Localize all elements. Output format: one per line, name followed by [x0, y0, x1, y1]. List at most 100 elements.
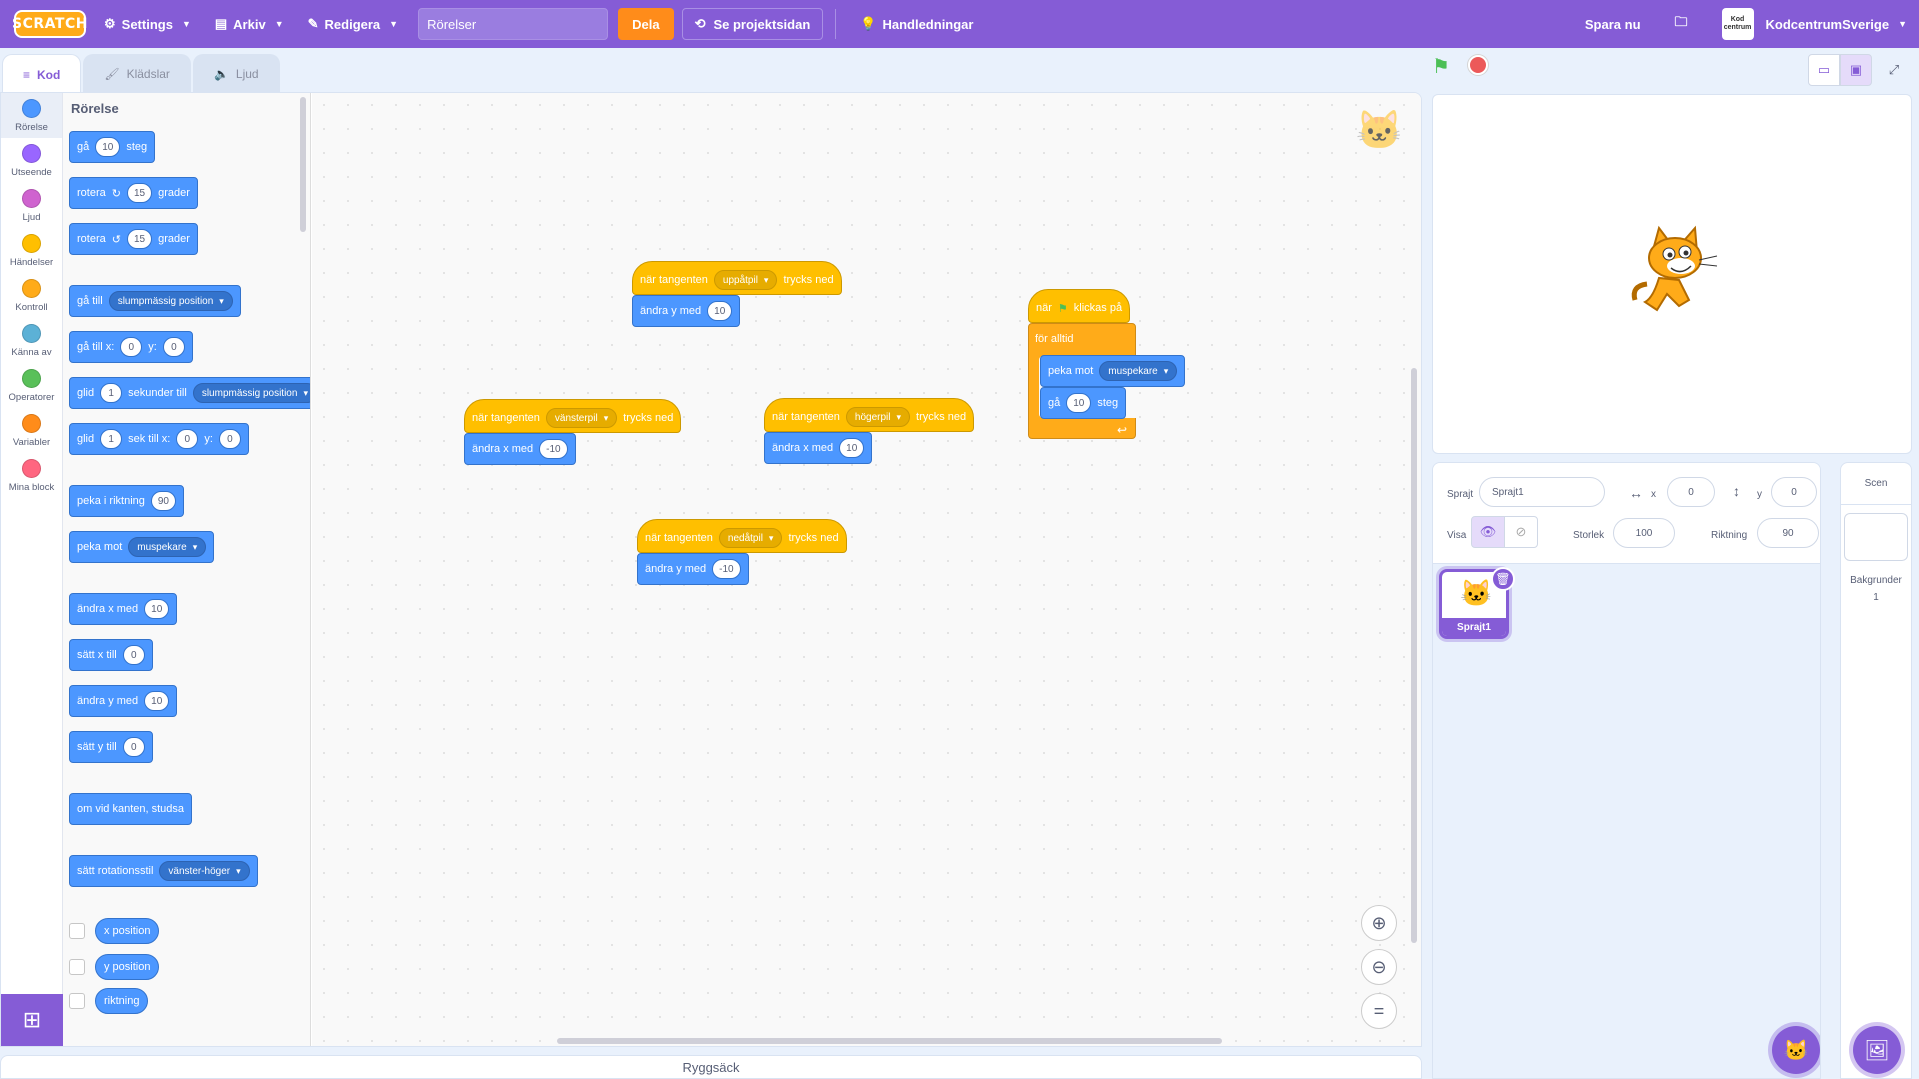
- block-glide[interactable]: glid 1 sekunder till slumpmässig position: [69, 377, 310, 409]
- block-turn-right[interactable]: rotera ↻ 15 grader: [69, 177, 198, 209]
- y-field[interactable]: 0: [1771, 477, 1817, 507]
- block-input[interactable]: 90: [150, 491, 176, 511]
- small-stage-button[interactable]: ▭: [1808, 54, 1840, 86]
- block-glide-xy[interactable]: glid 1 sek till x: 0 y: 0: [69, 423, 249, 455]
- block-set-y[interactable]: sätt y till 0: [69, 731, 153, 763]
- block-input[interactable]: -10: [712, 559, 741, 579]
- zoom-reset-button[interactable]: =: [1361, 993, 1397, 1029]
- reporter-x-position[interactable]: x position: [95, 918, 160, 944]
- edit-menu[interactable]: ✎ Redigera ▼: [296, 0, 410, 48]
- block-dropdown[interactable]: slumpmässig position: [192, 383, 310, 403]
- block-dropdown[interactable]: vänster-höger: [159, 861, 250, 881]
- block-dropdown[interactable]: muspekare: [1099, 361, 1178, 381]
- block-bounce[interactable]: om vid kanten, studsa: [69, 793, 193, 825]
- block-move-steps[interactable]: gå 10 steg: [69, 131, 156, 163]
- block-input[interactable]: 0: [218, 429, 241, 449]
- project-title-input[interactable]: [418, 8, 609, 40]
- hat-when-key-pressed[interactable]: när tangenten nedåtpil trycks ned: [637, 519, 847, 553]
- stop-button[interactable]: [1468, 55, 1488, 75]
- project-page-button[interactable]: ⟲ Se projektsidan: [681, 8, 824, 40]
- tab-sounds[interactable]: 🔈 Ljud: [192, 54, 280, 92]
- block-dropdown[interactable]: slumpmässig position: [108, 291, 233, 311]
- fullscreen-button[interactable]: ⤢: [1878, 54, 1910, 86]
- settings-menu[interactable]: ⚙ Settings ▼: [92, 0, 203, 48]
- block-change-x[interactable]: ändra x med 10: [764, 432, 873, 464]
- share-button[interactable]: Dela: [618, 8, 674, 40]
- tutorials-button[interactable]: 💡 Handledningar: [848, 0, 985, 48]
- cat-sprite[interactable]: [1623, 220, 1723, 320]
- add-sprite-button[interactable]: 🐱: [1772, 1026, 1820, 1074]
- add-backdrop-button[interactable]: 🖼: [1853, 1026, 1901, 1074]
- block-change-y[interactable]: ändra y med -10: [637, 553, 749, 585]
- hat-when-key-pressed[interactable]: när tangenten uppåtpil trycks ned: [632, 261, 842, 295]
- block-goto[interactable]: gå till slumpmässig position: [69, 285, 241, 317]
- block-dropdown[interactable]: nedåtpil: [718, 528, 783, 548]
- stage[interactable]: [1432, 94, 1912, 454]
- workspace-vertical-scrollbar[interactable]: [1411, 368, 1417, 943]
- block-change-y[interactable]: ändra y med 10: [69, 685, 178, 717]
- zoom-out-button[interactable]: ⊖: [1361, 949, 1397, 985]
- direction-checkbox[interactable]: [69, 993, 85, 1009]
- save-now-button[interactable]: Spara nu: [1573, 0, 1653, 48]
- category-sound[interactable]: Ljud: [1, 183, 62, 228]
- reporter-direction[interactable]: riktning: [95, 988, 149, 1014]
- block-dropdown[interactable]: uppåtpil: [713, 270, 778, 290]
- show-button[interactable]: 👁: [1471, 516, 1505, 548]
- hat-when-key-pressed[interactable]: när tangenten högerpil trycks ned: [764, 398, 975, 432]
- block-dropdown[interactable]: muspekare: [128, 537, 207, 557]
- tab-code[interactable]: ≡ Kod: [2, 54, 82, 94]
- block-input[interactable]: 10: [839, 438, 865, 458]
- x-field[interactable]: 0: [1667, 477, 1715, 507]
- block-point-direction[interactable]: peka i riktning 90: [69, 485, 184, 517]
- block-dropdown[interactable]: vänsterpil: [545, 408, 618, 428]
- backdrop-thumbnail[interactable]: [1844, 513, 1908, 561]
- delete-sprite-button[interactable]: 🗑: [1491, 567, 1515, 591]
- block-turn-left[interactable]: rotera ↺ 15 grader: [69, 223, 198, 255]
- my-stuff-button[interactable]: 🗀: [1653, 0, 1710, 48]
- account-menu[interactable]: Kod centrum KodcentrumSverige ▼: [1710, 0, 1919, 48]
- category-variables[interactable]: Variabler: [1, 408, 62, 453]
- block-input[interactable]: 0: [162, 337, 185, 357]
- block-change-x[interactable]: ändra x med 10: [69, 593, 178, 625]
- block-input[interactable]: 10: [1066, 393, 1092, 413]
- backpack[interactable]: Ryggsäck: [0, 1055, 1422, 1079]
- block-change-y[interactable]: ändra y med 10: [632, 295, 741, 327]
- direction-field[interactable]: 90: [1757, 518, 1819, 548]
- sprite-name-field[interactable]: Sprajt1: [1479, 477, 1605, 507]
- block-input[interactable]: 10: [95, 137, 121, 157]
- size-field[interactable]: 100: [1613, 518, 1675, 548]
- block-move-steps[interactable]: gå 10 steg: [1040, 387, 1127, 419]
- block-dropdown[interactable]: högerpil: [845, 407, 911, 427]
- block-input[interactable]: -10: [539, 439, 568, 459]
- block-input[interactable]: 15: [126, 183, 153, 203]
- category-looks[interactable]: Utseende: [1, 138, 62, 183]
- block-point-towards[interactable]: peka mot muspekare: [1040, 355, 1186, 387]
- scratch-logo[interactable]: SCRATCH: [12, 10, 87, 38]
- xpos-checkbox[interactable]: [69, 923, 85, 939]
- block-input[interactable]: 1: [100, 429, 123, 449]
- block-input[interactable]: 10: [707, 301, 733, 321]
- block-point-towards[interactable]: peka mot muspekare: [69, 531, 215, 563]
- block-input[interactable]: 0: [120, 337, 143, 357]
- block-input[interactable]: 0: [176, 429, 199, 449]
- block-input[interactable]: 0: [122, 645, 145, 665]
- block-rotation-style[interactable]: sätt rotationsstil vänster-höger: [69, 855, 258, 887]
- green-flag-button[interactable]: ⚑: [1432, 54, 1454, 78]
- add-extension-button[interactable]: ⊞: [1, 994, 63, 1046]
- block-input[interactable]: 15: [126, 229, 153, 249]
- hide-button[interactable]: ⊘: [1504, 516, 1538, 548]
- block-change-x[interactable]: ändra x med -10: [464, 433, 576, 465]
- category-my-blocks[interactable]: Mina block: [1, 453, 62, 498]
- hat-when-key-pressed[interactable]: när tangenten vänsterpil trycks ned: [464, 399, 682, 433]
- category-control[interactable]: Kontroll: [1, 273, 62, 318]
- file-menu[interactable]: ▤ Arkiv ▼: [203, 0, 296, 48]
- palette-scrollbar[interactable]: [300, 97, 306, 232]
- category-events[interactable]: Händelser: [1, 228, 62, 273]
- hat-when-flag-clicked[interactable]: när ⚑ klickas på: [1028, 289, 1131, 323]
- script-workspace[interactable]: 🐱 när tangenten uppåtpil trycks ned ändra …: [312, 93, 1421, 1046]
- tab-costumes[interactable]: 🖌 Klädslar: [83, 54, 191, 92]
- block-input[interactable]: 10: [144, 691, 170, 711]
- block-goto-xy[interactable]: gå till x: 0 y: 0: [69, 331, 193, 363]
- block-input[interactable]: 0: [122, 737, 145, 757]
- ypos-checkbox[interactable]: [69, 959, 85, 975]
